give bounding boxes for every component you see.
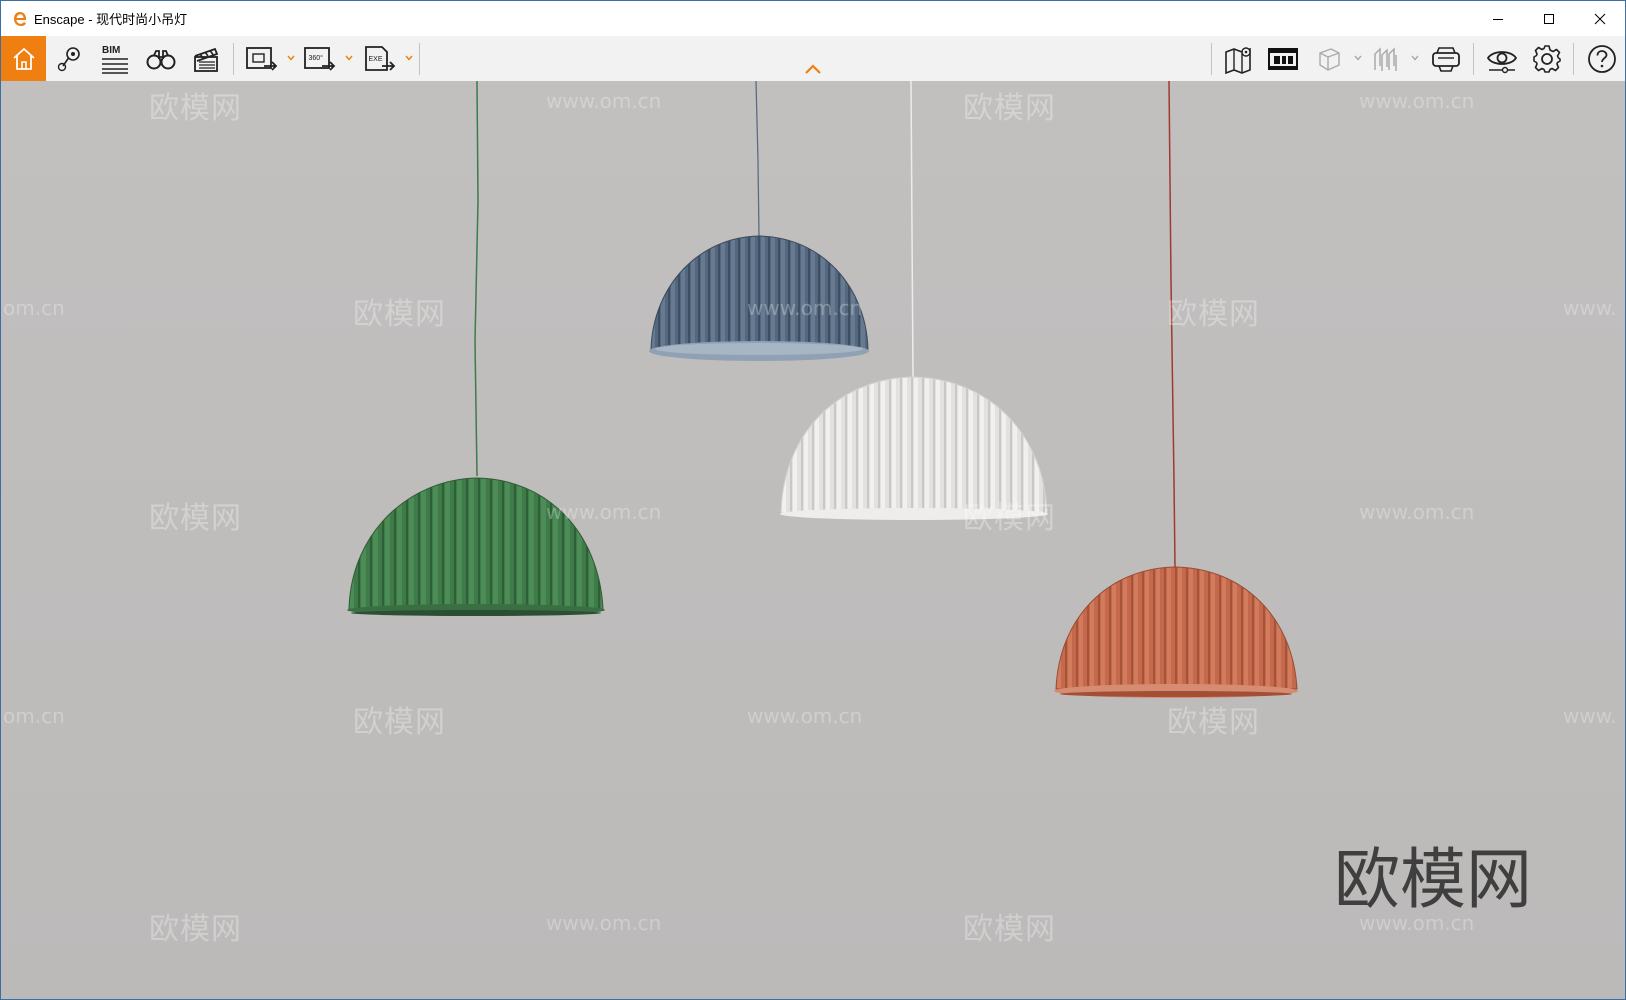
render-viewport[interactable]: 欧模网 www.om.cn 欧模网 www.om.cn om.cn 欧模网 ww… [1, 81, 1625, 999]
watermark-text: 欧模网 [149, 501, 242, 536]
watermark-url: www.om.cn [546, 500, 662, 524]
home-button[interactable] [1, 36, 46, 81]
chevron-down-icon [345, 55, 353, 61]
watermark-text: 欧模网 [149, 91, 242, 126]
watermark-url: om.cn [3, 704, 65, 728]
video-editor-button[interactable] [189, 36, 223, 81]
bim-icon: BIM [102, 45, 128, 74]
screenshot-export-icon [246, 46, 278, 71]
chevron-down-icon [287, 55, 295, 61]
watermark-text: 欧模网 [963, 501, 1056, 536]
watermark-url: www.om.cn [747, 704, 863, 728]
asset-library-icon [1268, 47, 1298, 70]
watermark-text: 欧模网 [1167, 705, 1260, 740]
watermark-url: www.om.cn [747, 296, 863, 320]
chevron-down-icon [405, 55, 413, 61]
section-icon [1374, 46, 1397, 71]
watermark-text: 欧模网 [149, 912, 242, 947]
binoculars-icon [146, 49, 176, 69]
exe-export-icon: EXE [365, 45, 396, 71]
watermark-url: www. [1563, 296, 1617, 320]
enscape-logo-icon [14, 11, 26, 26]
bim-label: BIM [102, 45, 120, 56]
sections-dropdown[interactable] [1411, 54, 1419, 62]
panorama-button[interactable]: 360° [301, 36, 337, 81]
standalone-export-button[interactable]: EXE [361, 36, 397, 81]
asset-library-button[interactable] [1265, 36, 1301, 81]
watermark-url: www.om.cn [546, 911, 662, 935]
screenshot-dropdown[interactable] [287, 54, 295, 62]
minimize-button[interactable] [1472, 1, 1523, 36]
watermark-text: 欧模网 [1167, 297, 1260, 332]
watermark-text: 欧模网 [963, 912, 1056, 947]
watermark-url: www. [1563, 704, 1617, 728]
walk-mode-button[interactable] [143, 36, 179, 81]
maximize-icon [1543, 13, 1554, 24]
screenshot-button[interactable] [243, 36, 279, 81]
exe-label: EXE [369, 56, 383, 63]
map-button[interactable] [1221, 36, 1257, 81]
home-icon [12, 47, 35, 70]
vr-headset-button[interactable] [1427, 36, 1465, 81]
enscape-window: Enscape - 现代时尚小吊灯 BIM 360° EXE 欧模网 www.o… [0, 0, 1626, 1000]
gear-icon [1533, 44, 1561, 73]
eye-icon [1486, 50, 1518, 73]
material-editor-button[interactable] [1313, 36, 1345, 81]
window-title: Enscape - 现代时尚小吊灯 [34, 12, 188, 27]
map-icon [1225, 46, 1251, 74]
minimize-icon [1492, 18, 1503, 20]
brand-watermark: 欧模网 [1334, 841, 1532, 918]
sections-button[interactable] [1369, 36, 1403, 81]
cube-icon [1319, 47, 1340, 71]
settings-button[interactable] [1529, 36, 1565, 81]
watermark-text: 欧模网 [353, 705, 446, 740]
bim-button[interactable]: BIM [97, 36, 133, 81]
watermark-url: www.om.cn [1359, 500, 1475, 524]
map-pin-icon [57, 46, 80, 71]
collapse-toolbar-button[interactable] [803, 63, 823, 77]
views-button[interactable] [53, 36, 87, 81]
watermark-text: 欧模网 [963, 91, 1056, 126]
panorama-export-icon: 360° [304, 46, 336, 71]
panorama-dropdown[interactable] [345, 54, 353, 62]
watermark-url: om.cn [3, 296, 65, 320]
chevron-up-icon [805, 64, 821, 74]
vr-headset-icon [1432, 46, 1460, 72]
watermark-text: 欧模网 [353, 297, 446, 332]
maximize-button[interactable] [1523, 1, 1574, 36]
export-dropdown[interactable] [405, 54, 413, 62]
title-bar[interactable]: Enscape - 现代时尚小吊灯 [1, 1, 1625, 36]
close-icon [1594, 13, 1605, 24]
chevron-down-icon [1354, 55, 1362, 61]
watermark-url: www.om.cn [1359, 89, 1475, 113]
clapperboard-icon [194, 47, 219, 72]
material-dropdown[interactable] [1354, 54, 1362, 62]
help-icon [1588, 44, 1616, 73]
visual-settings-button[interactable] [1483, 36, 1521, 81]
watermark-url: www.om.cn [546, 89, 662, 113]
chevron-down-icon [1411, 55, 1419, 61]
help-button[interactable] [1583, 36, 1621, 81]
panorama-label: 360° [309, 54, 324, 62]
close-button[interactable] [1574, 1, 1625, 36]
